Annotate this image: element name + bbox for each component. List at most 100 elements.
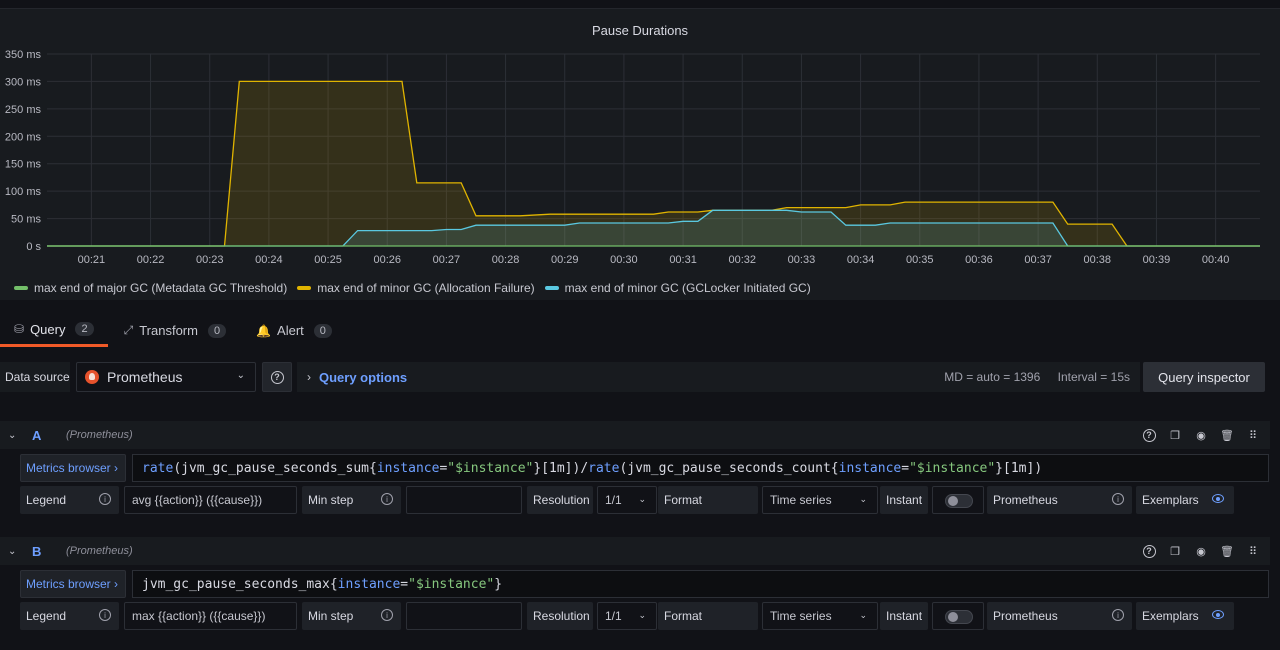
y-tick-label: 300 ms (5, 76, 42, 88)
eye-icon[interactable] (1212, 494, 1224, 503)
exemplars-toggle[interactable]: Exemplars (1136, 602, 1234, 630)
database-icon: ⛁ (14, 322, 25, 336)
min-step-label: Min step i (302, 602, 401, 630)
query-ref-id[interactable]: A (32, 428, 66, 443)
query-inspector-button[interactable]: Query inspector (1143, 362, 1265, 392)
drag-handle-icon[interactable]: ⠿ (1246, 544, 1260, 558)
expr-token: [1m] (1003, 460, 1035, 476)
promql-expression-input[interactable]: jvm_gc_pause_seconds_max{instance = "$inst… (132, 570, 1269, 598)
metrics-browser-button[interactable]: Metrics browser › (20, 454, 126, 482)
query-row-header-b[interactable]: ⌄ B (Prometheus) ? ❐ ◉ 🗑 ⠿ (0, 537, 1270, 565)
info-icon[interactable]: i (381, 493, 393, 505)
query-row-actions: ? ❐ ◉ 🗑 ⠿ (1142, 544, 1260, 558)
trash-icon[interactable]: 🗑 (1220, 428, 1234, 442)
exemplars-label: Exemplars (1142, 609, 1199, 623)
tab-query-count: 2 (75, 322, 94, 336)
legend-input[interactable]: max {{action}} ({{cause}}) (124, 602, 297, 630)
legend-item[interactable]: max end of minor GC (GCLocker Initiated … (544, 281, 811, 295)
query-options-row-b: Legend i max {{action}} ({{cause}}) Min … (20, 602, 1270, 632)
info-icon[interactable]: i (381, 609, 393, 621)
format-select[interactable]: Time series ⌄ (762, 602, 878, 630)
tab-transform-label: Transform (139, 323, 198, 338)
instant-label: Instant (880, 602, 928, 630)
format-select[interactable]: Time series ⌄ (762, 486, 878, 514)
query-row-header-a[interactable]: ⌄ A (Prometheus) ? ❐ ◉ 🗑 ⠿ (0, 421, 1270, 449)
chevron-down-icon: ⌄ (236, 370, 245, 381)
metrics-browser-button[interactable]: Metrics browser › (20, 570, 126, 598)
drag-handle-icon[interactable]: ⠿ (1246, 428, 1260, 442)
trash-icon[interactable]: 🗑 (1220, 544, 1234, 558)
tab-alert-label: Alert (277, 323, 304, 338)
y-tick-label: 150 ms (5, 159, 42, 171)
chevron-down-icon: ⌄ (859, 610, 867, 620)
metrics-browser-label: Metrics browser (26, 461, 111, 475)
pause-durations-chart[interactable]: 0 s 50 ms 100 ms 150 ms 200 ms 250 ms 300 ms 35… (0, 9, 1280, 274)
y-tick-label: 350 ms (5, 49, 42, 61)
format-value: Time series (770, 493, 832, 507)
x-tick-label: 00:33 (788, 254, 816, 266)
collapse-chevron-icon[interactable]: ⌄ (8, 546, 22, 557)
x-tick-label: 00:27 (433, 254, 461, 266)
query-ref-id[interactable]: B (32, 544, 66, 559)
resolution-value: 1/1 (605, 493, 622, 507)
max-data-points: MD = auto = 1396 (944, 370, 1041, 384)
resolution-select[interactable]: 1/1 ⌄ (597, 486, 657, 514)
collapse-chevron-icon[interactable]: ⌄ (8, 430, 22, 441)
chevron-right-icon: › (114, 461, 119, 475)
help-icon[interactable]: ? (1142, 544, 1156, 558)
toggle-switch[interactable] (945, 610, 973, 624)
legend-swatch (544, 286, 559, 290)
legend-item[interactable]: max end of minor GC (Allocation Failure) (297, 281, 535, 295)
promql-expression-input[interactable]: rate(jvm_gc_pause_seconds_sum{instance = "… (132, 454, 1269, 482)
query-type-label: Prometheus i (987, 602, 1132, 630)
tab-query[interactable]: ⛁ Query 2 (0, 314, 108, 347)
legend-swatch (297, 286, 312, 290)
legend-label: max end of minor GC (Allocation Failure) (317, 281, 535, 295)
format-value: Time series (770, 609, 832, 623)
help-icon[interactable]: ? (1142, 428, 1156, 442)
graph-panel: Pause Durations 0 s 50 ms 100 ms 150 ms 200 … (0, 8, 1280, 300)
format-label: Format (658, 486, 758, 514)
x-tick-label: 00:37 (1024, 254, 1052, 266)
x-tick-label: 00:31 (669, 254, 697, 266)
datasource-select[interactable]: Prometheus ⌄ (76, 362, 256, 392)
query-editor-row-a: Metrics browser › rate(jvm_gc_pause_seco… (20, 454, 1270, 484)
prometheus-logo-icon (85, 370, 99, 384)
x-tick-label: 00:29 (551, 254, 579, 266)
expr-token: )/ (572, 460, 589, 476)
exemplars-toggle[interactable]: Exemplars (1136, 486, 1234, 514)
eye-icon[interactable] (1212, 610, 1224, 619)
query-options-bar[interactable]: › Query options MD = auto = 1396 Interva… (297, 362, 1140, 392)
legend-swatch (14, 286, 28, 290)
legend-input[interactable]: avg {{action}} ({{cause}}) (124, 486, 297, 514)
info-icon[interactable]: i (1112, 609, 1124, 621)
eye-icon[interactable]: ◉ (1194, 544, 1208, 558)
info-icon[interactable]: i (99, 609, 111, 621)
min-step-input[interactable] (406, 486, 522, 514)
x-tick-label: 00:22 (137, 254, 165, 266)
expr-token: "$instance" (909, 460, 996, 476)
expr-token: = (400, 576, 409, 592)
datasource-help-button[interactable]: ? (262, 362, 292, 392)
query-options-row-a: Legend i avg {{action}} ({{cause}}) Min … (20, 486, 1270, 516)
min-step-input[interactable] (406, 602, 522, 630)
tab-transform[interactable]: ⤢ Transform 0 (110, 314, 240, 347)
editor-tabs: ⛁ Query 2 ⤢ Transform 0 🔔 Alert 0 (0, 314, 1280, 348)
eye-icon[interactable]: ◉ (1194, 428, 1208, 442)
expr-token: jvm_gc_pause_seconds_sum (181, 460, 369, 476)
duplicate-icon[interactable]: ❐ (1168, 544, 1182, 558)
x-tick-label: 00:32 (728, 254, 756, 266)
duplicate-icon[interactable]: ❐ (1168, 428, 1182, 442)
toggle-switch[interactable] (945, 494, 973, 508)
x-tick-label: 00:23 (196, 254, 224, 266)
resolution-select[interactable]: 1/1 ⌄ (597, 602, 657, 630)
chevron-right-icon: › (114, 577, 119, 591)
info-icon[interactable]: i (99, 493, 111, 505)
tab-transform-count: 0 (207, 323, 227, 338)
tab-alert[interactable]: 🔔 Alert 0 (242, 314, 346, 347)
instant-toggle[interactable] (932, 602, 984, 630)
info-icon[interactable]: i (1112, 493, 1124, 505)
legend-item[interactable]: max end of major GC (Metadata GC Thresho… (14, 281, 287, 295)
instant-toggle[interactable] (932, 486, 984, 514)
expr-token: rate (588, 460, 620, 476)
